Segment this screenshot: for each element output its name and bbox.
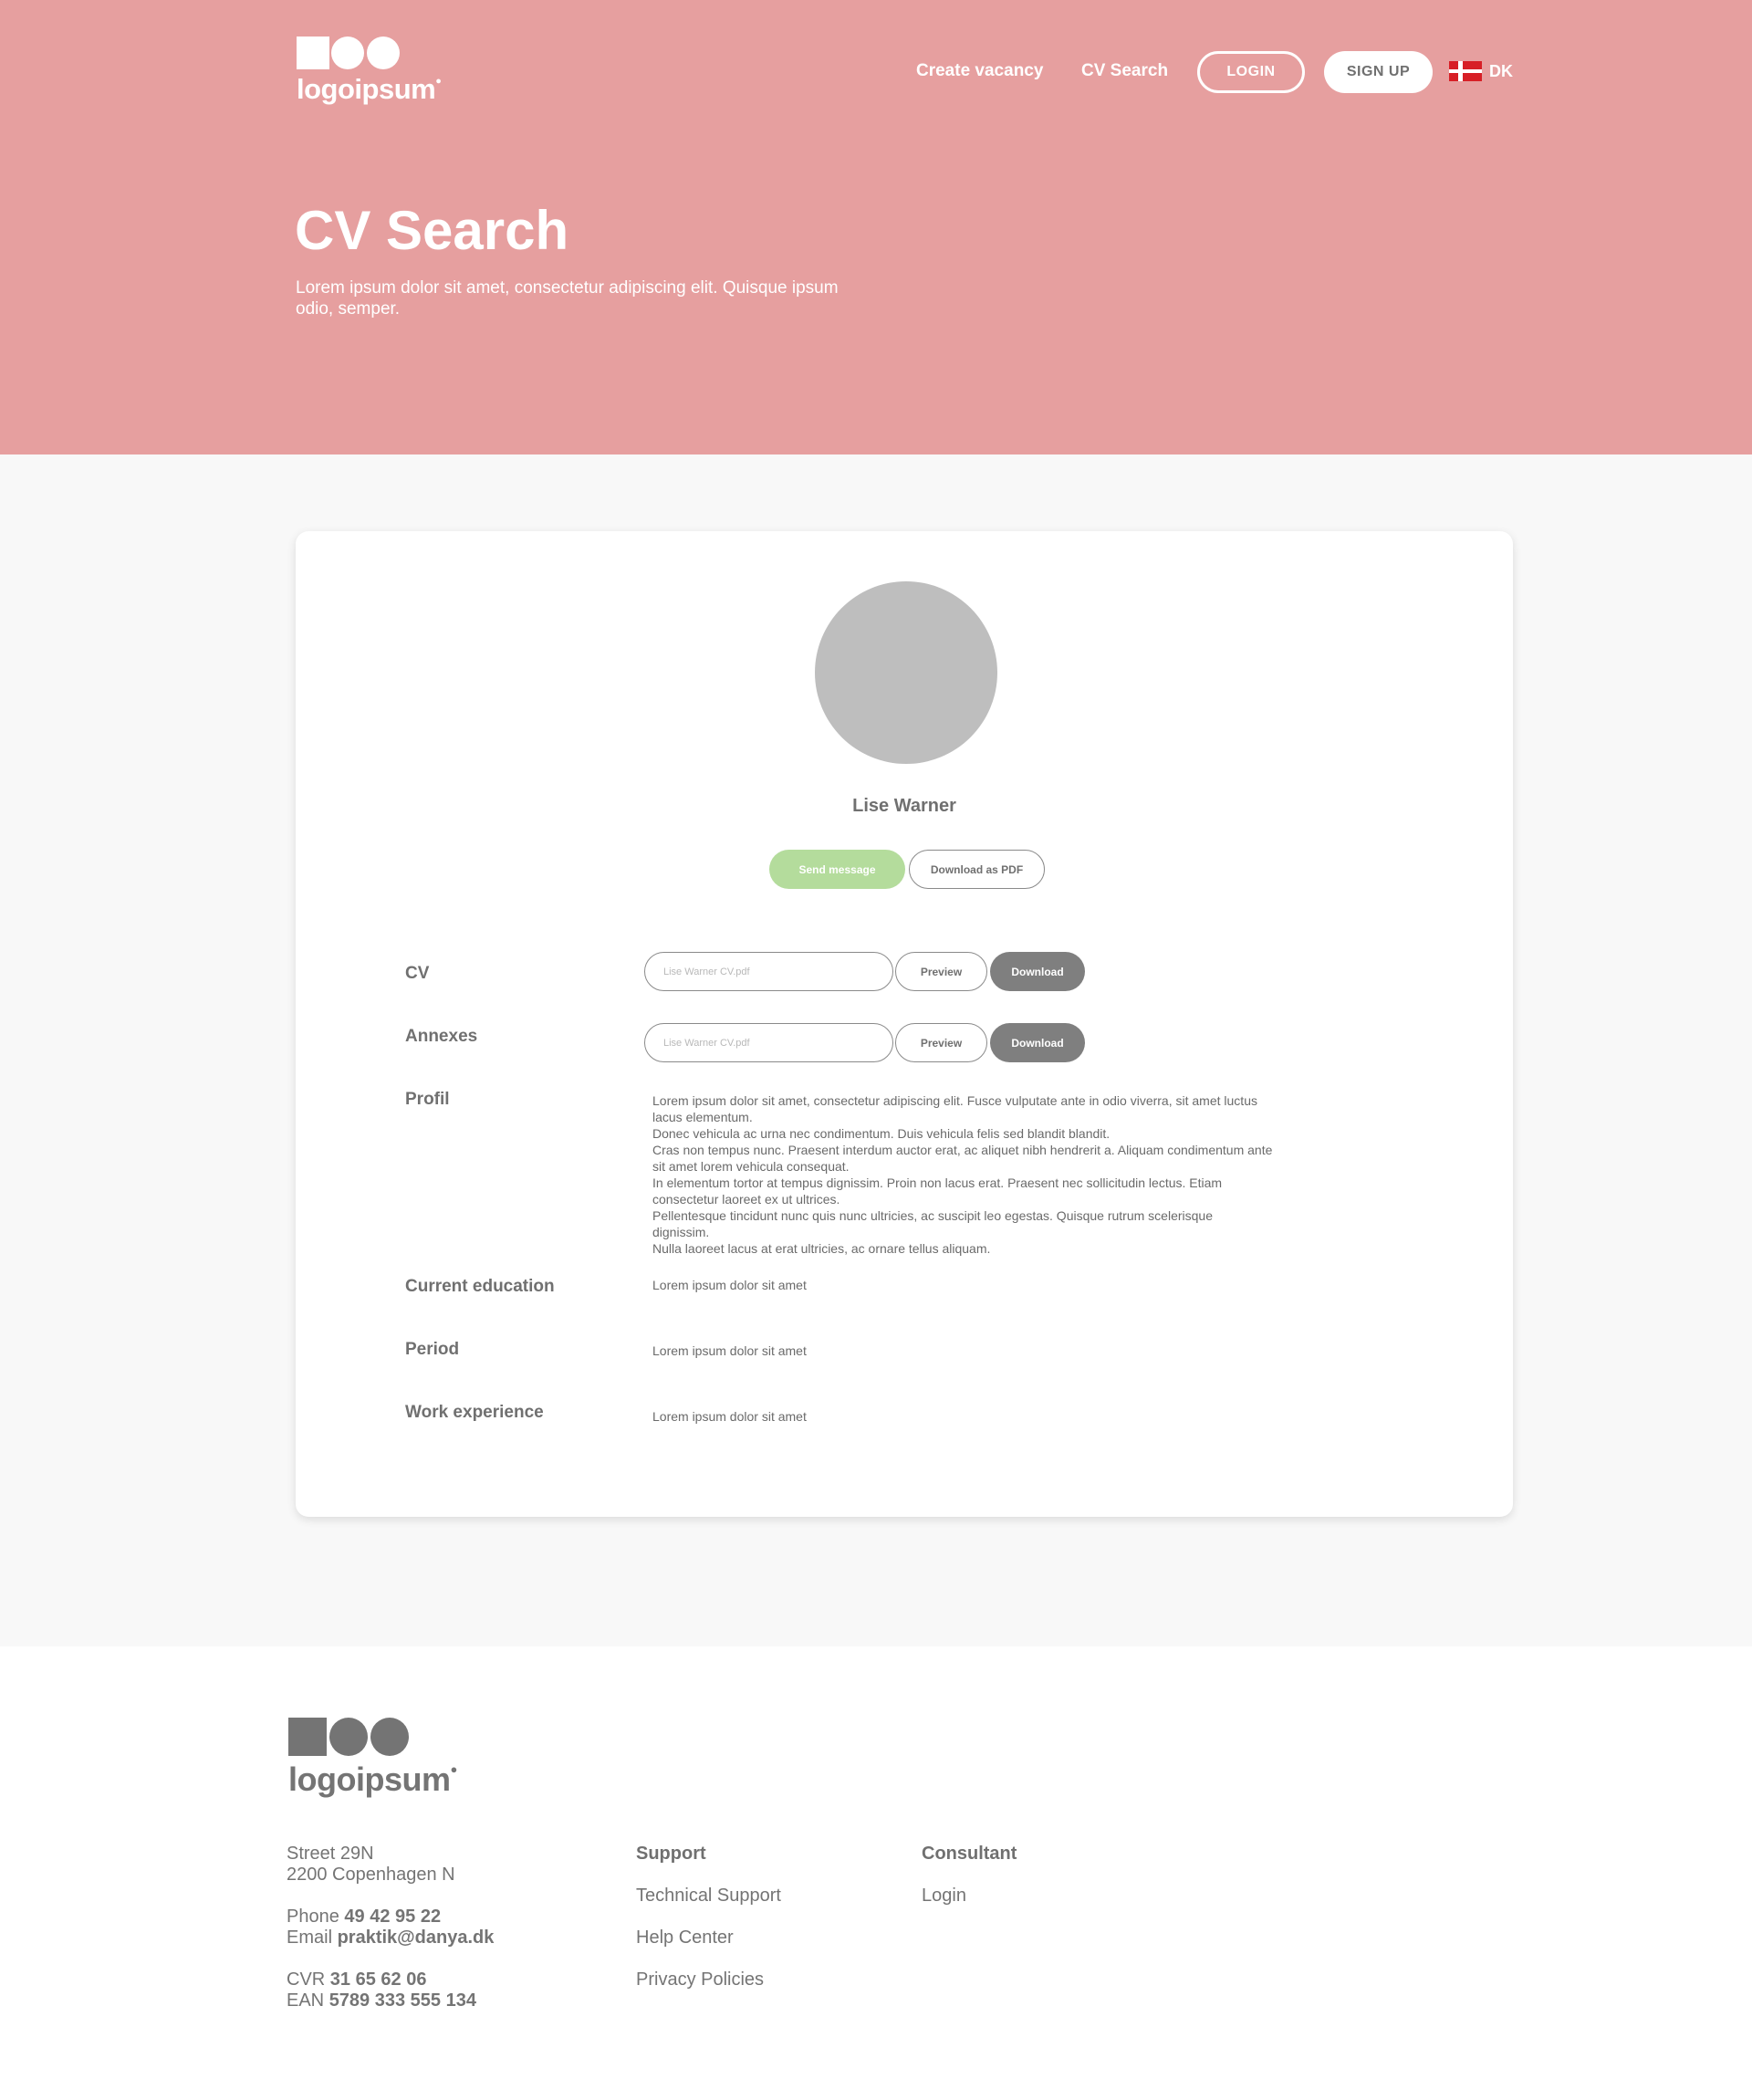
- download-pdf-button[interactable]: Download as PDF: [909, 850, 1045, 889]
- footer-cvr: CVR 31 65 62 06: [287, 1969, 427, 1990]
- work-experience-value: Lorem ipsum dolor sit amet: [652, 1409, 807, 1424]
- current-education-label: Current education: [405, 1277, 555, 1296]
- send-message-button[interactable]: Send message: [769, 850, 905, 889]
- period-label: Period: [405, 1340, 460, 1359]
- footer-logo[interactable]: logoipsum●: [288, 1718, 471, 1805]
- footer-cvr-number: 31 65 62 06: [329, 1969, 427, 1990]
- footer-ean-number: 5789 333 555 134: [328, 1990, 476, 2011]
- footer-link-help-center[interactable]: Help Center: [636, 1928, 734, 1949]
- profil-paragraph: Lorem ipsum dolor sit amet, consectetur …: [652, 1093, 1257, 1124]
- footer-link-technical-support[interactable]: Technical Support: [636, 1886, 781, 1907]
- footer-phone: Phone 49 42 95 22: [287, 1907, 442, 1927]
- profil-paragraph: Cras non tempus nunc. Praesent interdum …: [652, 1143, 1273, 1174]
- footer-street: Street 29N: [287, 1844, 374, 1864]
- annexes-download-button[interactable]: Download: [990, 1023, 1085, 1062]
- footer-address: Street 29N 2200 Copenhagen N Phone 49 42…: [287, 1844, 494, 2011]
- login-button[interactable]: LOGIN: [1197, 51, 1305, 93]
- page-subtitle: Lorem ipsum dolor sit amet, consectetur …: [296, 278, 839, 319]
- footer-phone-number: 49 42 95 22: [344, 1907, 442, 1927]
- logo-wordmark: logoipsum: [297, 73, 436, 105]
- profil-paragraph: Donec vehicula ac urna nec condimentum. …: [652, 1126, 1111, 1141]
- annexes-preview-button[interactable]: Preview: [895, 1023, 987, 1062]
- footer-support-heading: Support: [636, 1844, 706, 1864]
- profil-text: Lorem ipsum dolor sit amet, consectetur …: [652, 1092, 1273, 1257]
- cv-label: CV: [405, 964, 430, 983]
- denmark-flag-icon: [1449, 61, 1482, 81]
- cv-preview-button[interactable]: Preview: [895, 952, 987, 991]
- footer-consultant-heading: Consultant: [922, 1844, 1017, 1864]
- cv-download-button[interactable]: Download: [990, 952, 1085, 991]
- footer-ean: EAN 5789 333 555 134: [287, 1990, 476, 2011]
- header-logo[interactable]: logoipsum●: [297, 37, 452, 110]
- avatar: [815, 581, 997, 764]
- language-selector[interactable]: DK: [1449, 61, 1513, 81]
- page-title: CV Search: [295, 200, 569, 261]
- period-value: Lorem ipsum dolor sit amet: [652, 1343, 807, 1358]
- signup-button[interactable]: SIGN UP: [1324, 51, 1433, 93]
- current-education-value: Lorem ipsum dolor sit amet: [652, 1278, 807, 1292]
- nav-cv-search[interactable]: CV Search: [1081, 61, 1168, 81]
- footer-email[interactable]: Email praktik@danya.dk: [287, 1928, 494, 1949]
- profil-paragraph: Pellentesque tincidunt nunc quis nunc ul…: [652, 1208, 1213, 1239]
- annexes-file-field[interactable]: Lise Warner CV.pdf: [644, 1023, 893, 1062]
- work-experience-label: Work experience: [405, 1403, 544, 1422]
- annexes-label: Annexes: [405, 1027, 478, 1046]
- footer: logoipsum● Street 29N 2200 Copenhagen N …: [0, 1646, 1752, 2100]
- profil-paragraph: Nulla laoreet lacus at erat ultricies, a…: [652, 1241, 991, 1256]
- nav-create-vacancy[interactable]: Create vacancy: [916, 61, 1043, 81]
- footer-city: 2200 Copenhagen N: [287, 1865, 455, 1885]
- cv-profile-card: Lise Warner Send message Download as PDF…: [296, 531, 1513, 1517]
- candidate-name: Lise Warner: [852, 796, 956, 816]
- hero-header: logoipsum● Create vacancy CV Search LOGI…: [0, 0, 1752, 454]
- footer-link-privacy-policies[interactable]: Privacy Policies: [636, 1969, 764, 1990]
- footer-link-login[interactable]: Login: [922, 1886, 966, 1907]
- footer-email-address[interactable]: praktik@danya.dk: [338, 1928, 495, 1948]
- cv-file-field[interactable]: Lise Warner CV.pdf: [644, 952, 893, 991]
- logo-wordmark: logoipsum: [288, 1760, 451, 1798]
- profil-paragraph: In elementum tortor at tempus dignissim.…: [652, 1175, 1223, 1207]
- language-label: DK: [1489, 61, 1513, 80]
- profil-label: Profil: [405, 1090, 450, 1109]
